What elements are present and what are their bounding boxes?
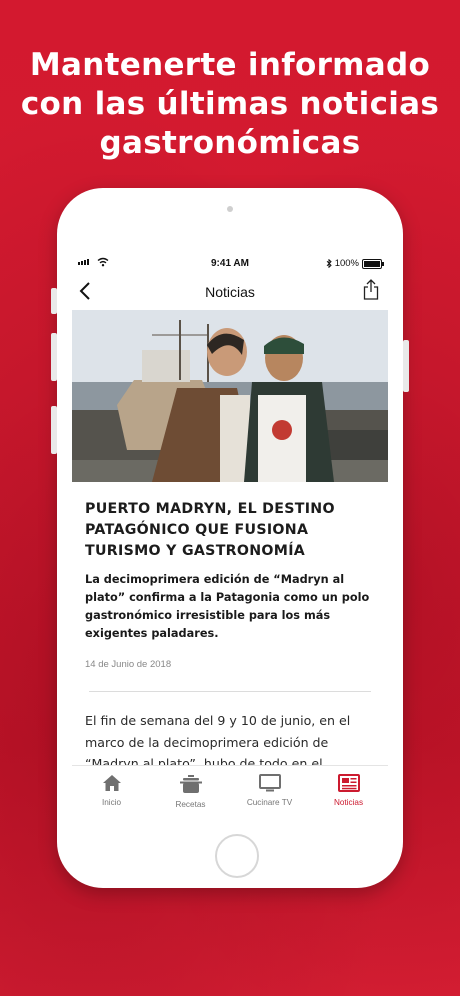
- pot-icon: [179, 775, 202, 793]
- share-icon[interactable]: [363, 279, 379, 301]
- tab-label-cucinare-tv: Cucinare TV: [246, 798, 293, 807]
- mute-switch: [51, 288, 57, 314]
- article-hero-image: [72, 310, 388, 482]
- tab-inicio[interactable]: Inicio: [72, 766, 151, 812]
- home-icon: [102, 775, 121, 791]
- tab-label-noticias: Noticias: [333, 798, 364, 807]
- navigation-bar: Noticias: [72, 274, 388, 310]
- volume-down-button: [51, 406, 57, 454]
- status-right: 100%: [326, 258, 384, 269]
- tab-label-inicio: Inicio: [101, 798, 122, 807]
- newspaper-icon: [337, 774, 360, 792]
- divider: [89, 691, 371, 692]
- promo-headline: Mantenerte informado con las últimas not…: [0, 46, 460, 163]
- bluetooth-icon: [326, 259, 332, 268]
- headline-line-1: Mantenerte informado: [29, 47, 431, 83]
- page-title: Noticias: [205, 284, 255, 300]
- app-screen: 9:41 AM 100% Noticias PUERTO MADRYN, EL …: [72, 254, 388, 812]
- power-button: [403, 340, 409, 392]
- status-bar: 9:41 AM 100%: [72, 254, 388, 274]
- tab-noticias[interactable]: Noticias: [309, 766, 388, 812]
- article-content: PUERTO MADRYN, EL DESTINO PATAGÓNICO QUE…: [72, 482, 388, 778]
- tab-recetas[interactable]: Recetas: [151, 766, 230, 812]
- home-button[interactable]: [215, 834, 259, 878]
- headline-line-2: con las últimas noticias: [20, 86, 440, 122]
- article-date: 14 de Junio de 2018: [85, 659, 172, 670]
- headline-line-3: gastronómicas: [99, 125, 361, 161]
- tv-icon: [258, 774, 281, 792]
- article-title: PUERTO MADRYN, EL DESTINO PATAGÓNICO QUE…: [85, 501, 335, 559]
- photo-illustration: [72, 310, 388, 482]
- battery-icon: [362, 258, 384, 269]
- tab-cucinare-tv[interactable]: Cucinare TV: [230, 766, 309, 812]
- battery-percent: 100%: [334, 258, 359, 269]
- volume-up-button: [51, 333, 57, 381]
- tab-label-recetas: Recetas: [175, 800, 206, 809]
- phone-frame: 9:41 AM 100% Noticias PUERTO MADRYN, EL …: [51, 188, 409, 888]
- article-lead: La decimoprimera edición de “Madryn al p…: [85, 573, 370, 640]
- tab-bar: Inicio Recetas Cucinare TV Noticias: [72, 765, 388, 812]
- front-camera: [227, 206, 233, 212]
